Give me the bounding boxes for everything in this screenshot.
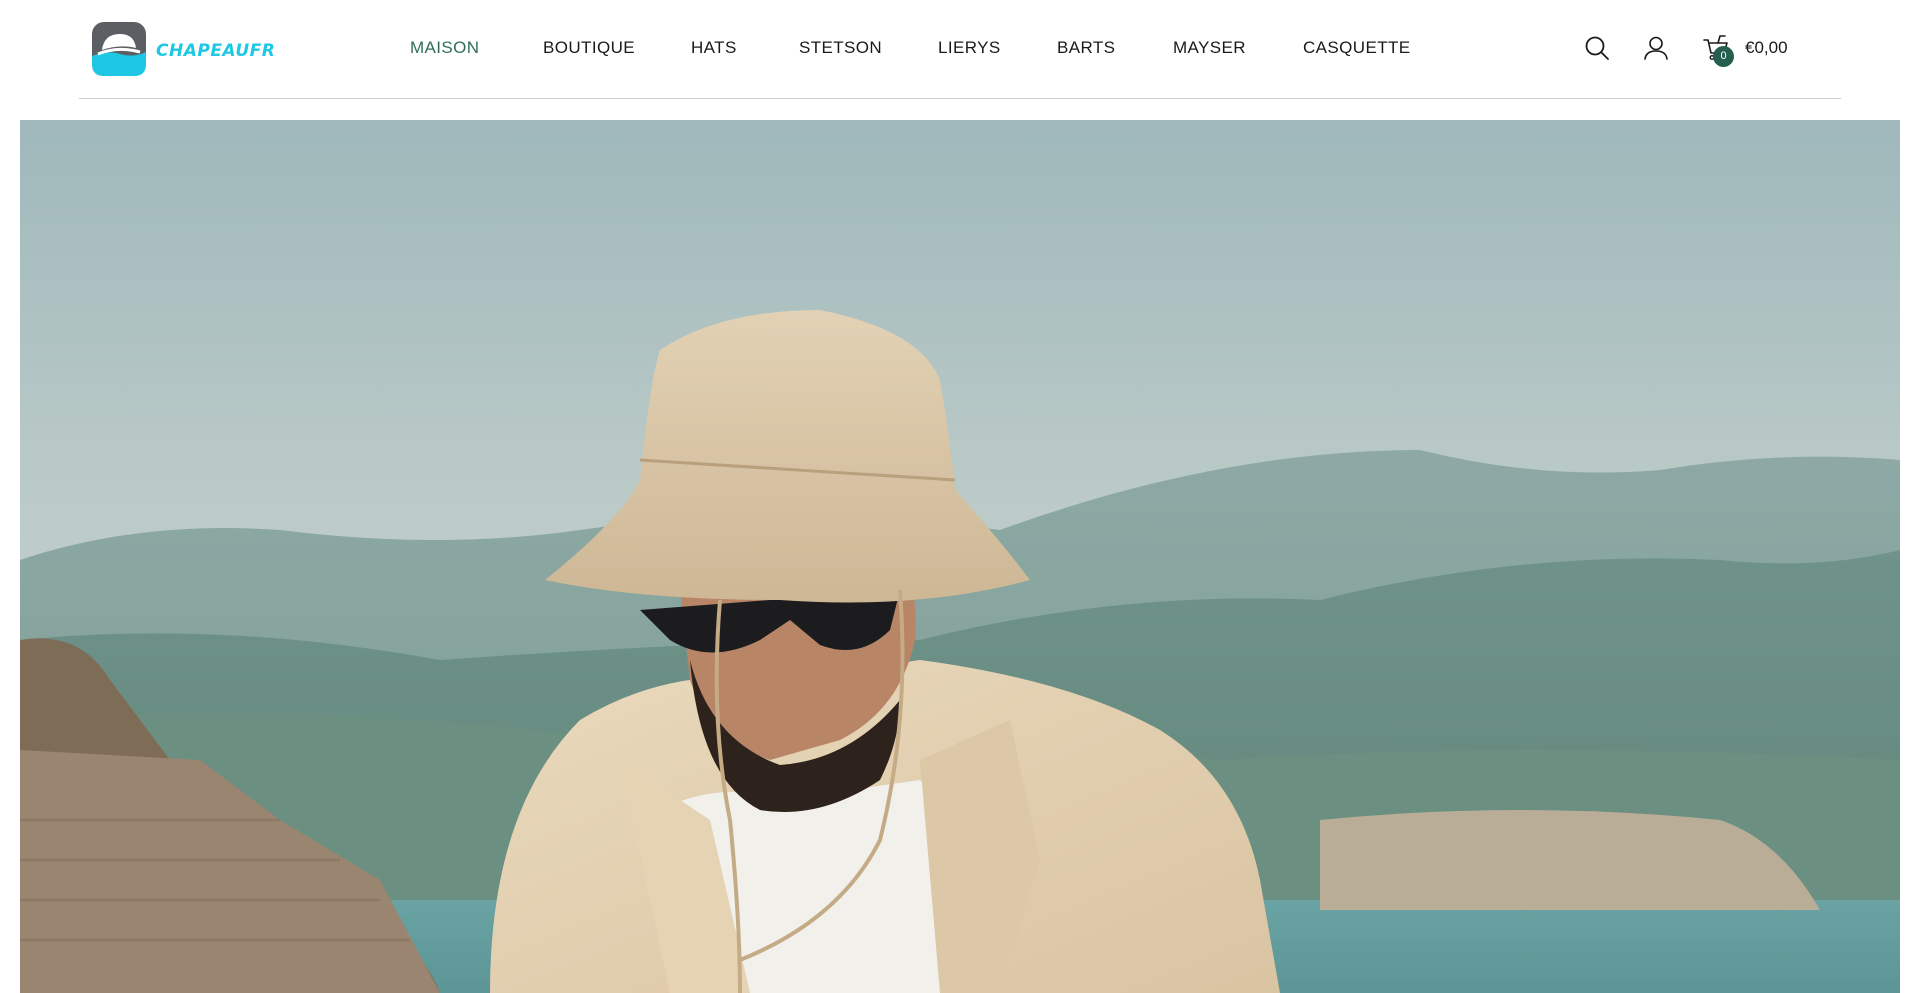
cart-count-badge: 0 (1713, 46, 1734, 67)
nav-item-maison[interactable]: MAISON (410, 36, 479, 60)
nav-item-hats[interactable]: HATS (691, 36, 737, 60)
search-button[interactable] (1582, 33, 1612, 63)
hero-photo (20, 120, 1900, 993)
user-icon (1644, 36, 1668, 60)
nav-item-stetson[interactable]: STETSON (799, 36, 882, 60)
nav-item-mayser[interactable]: MAYSER (1173, 36, 1246, 60)
nav-item-casquette[interactable]: CASQUETTE (1303, 36, 1411, 60)
logo-hat-icon (92, 22, 146, 76)
header-divider (79, 98, 1841, 99)
account-button[interactable] (1641, 33, 1671, 63)
nav-item-lierys[interactable]: LIERYS (938, 36, 1001, 60)
site-logo[interactable]: CHAPEAUFR (90, 19, 280, 79)
hero-banner-image (20, 120, 1900, 993)
cart-total[interactable]: €0,00 (1745, 36, 1788, 60)
search-icon (1585, 36, 1609, 60)
brand-name: CHAPEAUFR (156, 41, 276, 61)
nav-item-boutique[interactable]: BOUTIQUE (543, 36, 635, 60)
nav-item-barts[interactable]: BARTS (1057, 36, 1115, 60)
site-header: CHAPEAUFR MAISON BOUTIQUE HATS STETSON L… (0, 0, 1920, 100)
